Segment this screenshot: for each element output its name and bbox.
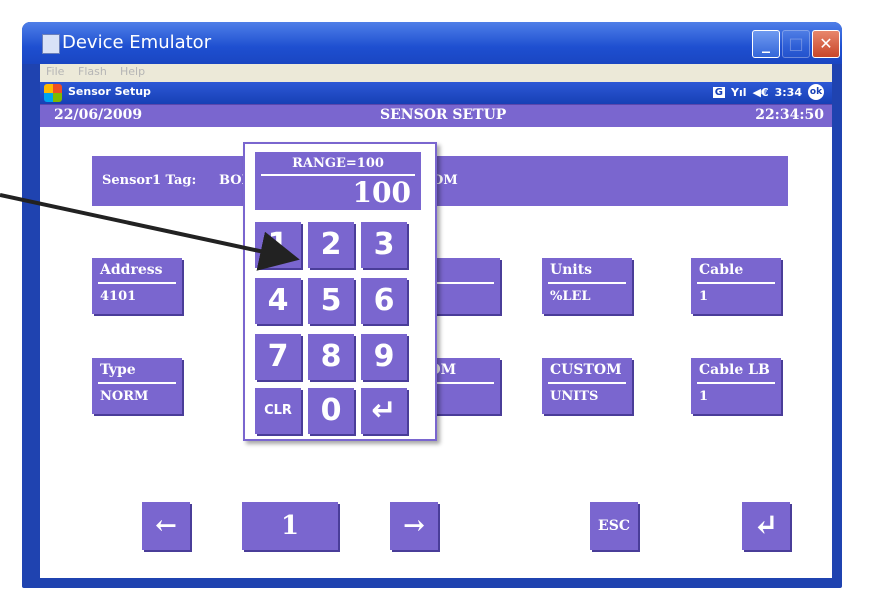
callout-arrow [0,193,300,271]
